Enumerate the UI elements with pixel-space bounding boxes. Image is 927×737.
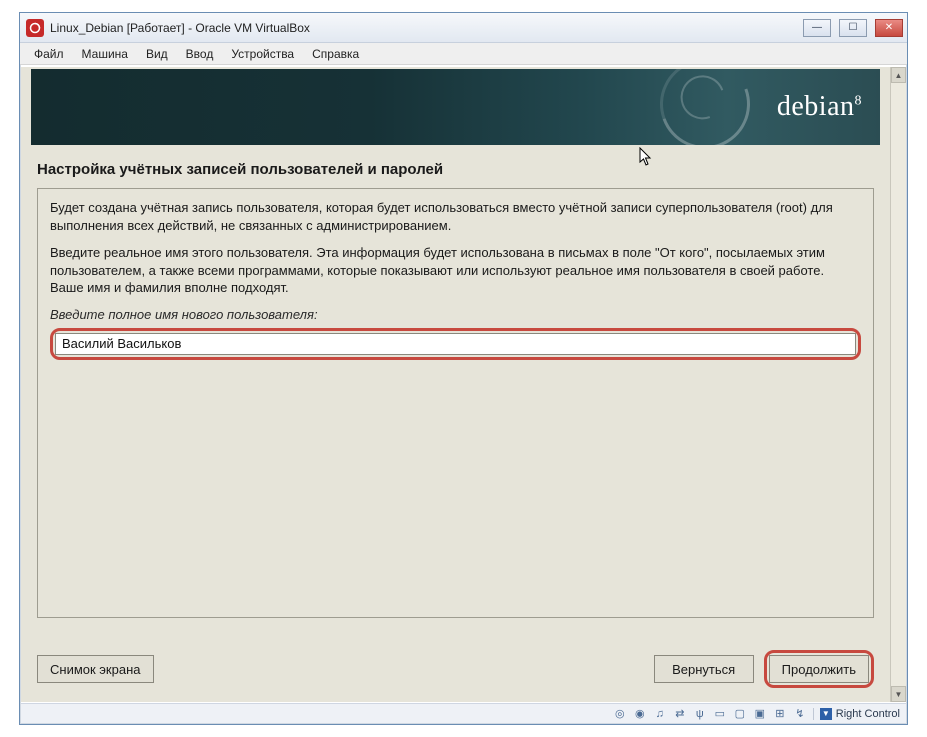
recording-icon[interactable]: ▣ xyxy=(753,707,767,721)
usb-icon[interactable]: ψ xyxy=(693,707,707,721)
network-icon[interactable]: ⇄ xyxy=(673,707,687,721)
virtualbox-window: Linux_Debian [Работает] - Oracle VM Virt… xyxy=(19,12,908,725)
debian-brand: debian8 xyxy=(777,91,862,123)
guest-viewport: debian8 Настройка учётных записей пользо… xyxy=(21,67,906,702)
menubar: Файл Машина Вид Ввод Устройства Справка xyxy=(20,43,907,65)
menu-machine[interactable]: Машина xyxy=(74,45,136,63)
content-box: Будет создана учётная запись пользовател… xyxy=(37,188,874,618)
continue-button[interactable]: Продолжить xyxy=(769,655,869,683)
audio-icon[interactable]: ♫ xyxy=(653,707,667,721)
minimize-button[interactable]: — xyxy=(803,19,831,37)
maximize-button[interactable]: ☐ xyxy=(839,19,867,37)
fullname-prompt: Введите полное имя нового пользователя: xyxy=(50,307,861,322)
menu-input[interactable]: Ввод xyxy=(178,45,222,63)
menu-view[interactable]: Вид xyxy=(138,45,176,63)
info-paragraph-1: Будет создана учётная запись пользовател… xyxy=(50,199,861,234)
fullname-highlight xyxy=(50,328,861,360)
screenshot-button[interactable]: Снимок экрана xyxy=(37,655,154,683)
window-title: Linux_Debian [Работает] - Oracle VM Virt… xyxy=(50,21,310,35)
cpu-icon[interactable]: ⊞ xyxy=(773,707,787,721)
guest-scrollbar[interactable]: ▲ ▼ xyxy=(890,67,906,702)
back-button[interactable]: Вернуться xyxy=(654,655,754,683)
section-title: Настройка учётных записей пользователей … xyxy=(31,145,880,188)
host-key-arrow-icon: ▼ xyxy=(820,708,832,720)
menu-file[interactable]: Файл xyxy=(26,45,72,63)
continue-highlight: Продолжить xyxy=(764,650,874,688)
statusbar: ◎ ◉ ♫ ⇄ ψ ▭ ▢ ▣ ⊞ ↯ ▼ Right Control xyxy=(21,703,906,723)
virtualbox-icon xyxy=(26,19,44,37)
host-key-label: Right Control xyxy=(836,708,900,720)
menu-devices[interactable]: Устройства xyxy=(223,45,302,63)
installer-panel: Настройка учётных записей пользователей … xyxy=(31,145,880,692)
scroll-up-icon[interactable]: ▲ xyxy=(891,67,906,83)
fullname-input[interactable] xyxy=(55,333,856,355)
close-button[interactable]: ✕ xyxy=(875,19,903,37)
optical-disk-icon[interactable]: ◉ xyxy=(633,707,647,721)
titlebar: Linux_Debian [Работает] - Oracle VM Virt… xyxy=(20,13,907,43)
hard-disk-icon[interactable]: ◎ xyxy=(613,707,627,721)
shared-folders-icon[interactable]: ▭ xyxy=(713,707,727,721)
debian-banner: debian8 xyxy=(31,69,880,145)
mouse-integration-icon[interactable]: ↯ xyxy=(793,707,807,721)
debian-swirl-icon xyxy=(645,69,765,145)
menu-help[interactable]: Справка xyxy=(304,45,367,63)
info-paragraph-2: Введите реальное имя этого пользователя.… xyxy=(50,244,861,297)
scroll-down-icon[interactable]: ▼ xyxy=(891,686,906,702)
button-row: Снимок экрана Вернуться Продолжить xyxy=(37,652,874,686)
host-key-indicator[interactable]: ▼ Right Control xyxy=(813,708,900,720)
display-icon[interactable]: ▢ xyxy=(733,707,747,721)
